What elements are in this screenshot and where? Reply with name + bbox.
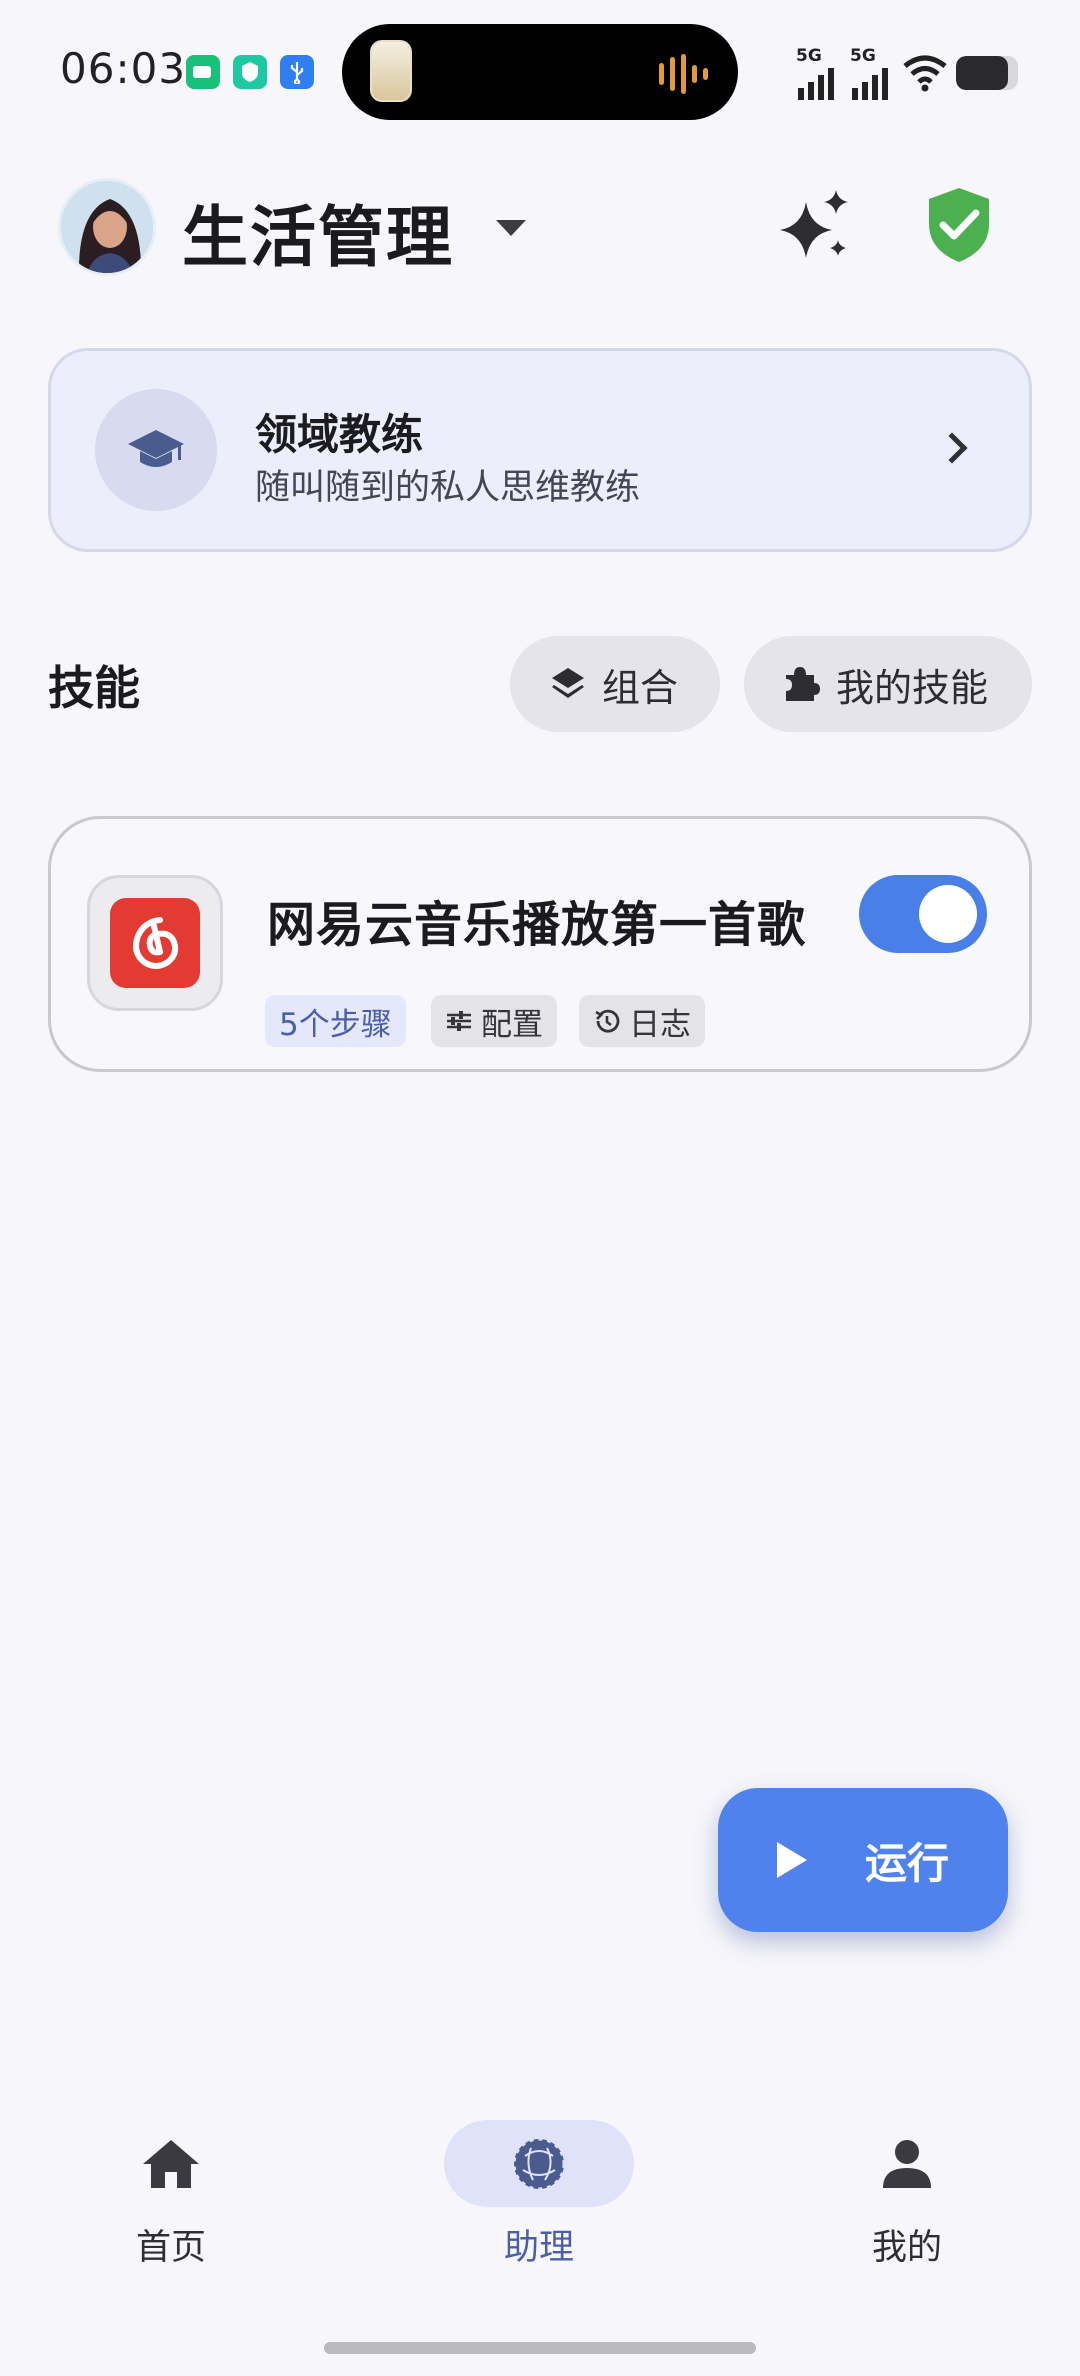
status-bar: 06:03 5G 5G bbox=[0, 0, 1080, 140]
status-time: 06:03 bbox=[60, 44, 187, 93]
log-label: 日志 bbox=[629, 1006, 691, 1043]
log-button[interactable]: 日志 bbox=[579, 995, 705, 1047]
usb-icon bbox=[280, 55, 314, 89]
skill-toggle[interactable] bbox=[859, 875, 987, 953]
home-icon bbox=[76, 2120, 266, 2207]
sparkle-icon[interactable] bbox=[776, 186, 854, 264]
chevron-down-icon[interactable] bbox=[496, 220, 526, 236]
config-button[interactable]: 配置 bbox=[431, 995, 557, 1047]
steps-label: 5个步骤 bbox=[279, 1006, 392, 1043]
battery-icon bbox=[956, 56, 1018, 90]
netease-music-icon bbox=[87, 875, 223, 1011]
page-title[interactable]: 生活管理 bbox=[182, 184, 454, 280]
skill-name: 网易云音乐播放第一首歌 bbox=[267, 897, 807, 953]
layers-icon bbox=[548, 664, 588, 704]
play-icon bbox=[776, 1842, 807, 1878]
audio-wave-icon bbox=[659, 54, 708, 94]
skill-card[interactable]: 网易云音乐播放第一首歌 5个步骤 配置 日志 bbox=[48, 816, 1032, 1072]
nav-home[interactable]: 首页 bbox=[76, 2120, 266, 2270]
skills-section-title: 技能 bbox=[48, 661, 140, 715]
coach-title: 领域教练 bbox=[255, 410, 424, 459]
home-indicator[interactable] bbox=[324, 2342, 756, 2354]
person-icon bbox=[812, 2120, 1002, 2207]
run-button[interactable]: 运行 bbox=[718, 1788, 1008, 1932]
wifi-icon bbox=[903, 55, 947, 92]
nav-me-label: 我的 bbox=[871, 2228, 942, 2268]
signal-label-2: 5G bbox=[850, 46, 876, 66]
shield-check-icon[interactable] bbox=[926, 186, 992, 264]
graduation-cap-icon bbox=[95, 389, 217, 511]
my-skills-button[interactable]: 我的技能 bbox=[744, 636, 1032, 732]
sliders-icon bbox=[445, 1009, 473, 1033]
combine-label: 组合 bbox=[602, 665, 679, 710]
coach-subtitle: 随叫随到的私人思维教练 bbox=[255, 468, 641, 508]
config-label: 配置 bbox=[481, 1006, 543, 1043]
media-thumbnail-icon bbox=[370, 40, 412, 102]
history-icon bbox=[593, 1007, 621, 1035]
coach-card[interactable]: 领域教练 随叫随到的私人思维教练 bbox=[48, 348, 1032, 552]
combine-button[interactable]: 组合 bbox=[510, 636, 720, 732]
steps-tag[interactable]: 5个步骤 bbox=[265, 995, 406, 1047]
battery-saver-icon bbox=[186, 55, 220, 89]
avatar[interactable] bbox=[58, 178, 156, 276]
run-label: 运行 bbox=[864, 1838, 949, 1888]
signal-label-1: 5G bbox=[796, 46, 822, 66]
dynamic-island[interactable] bbox=[342, 24, 738, 120]
my-skills-label: 我的技能 bbox=[836, 665, 989, 710]
nav-assistant[interactable]: 助理 bbox=[444, 2120, 634, 2270]
puzzle-icon bbox=[780, 663, 822, 705]
vpn-shield-icon bbox=[233, 55, 267, 89]
chevron-right-icon bbox=[936, 432, 968, 464]
assistant-icon bbox=[444, 2120, 634, 2207]
nav-me[interactable]: 我的 bbox=[812, 2120, 1002, 2270]
nav-home-label: 首页 bbox=[135, 2228, 206, 2268]
nav-assistant-label: 助理 bbox=[503, 2228, 574, 2268]
